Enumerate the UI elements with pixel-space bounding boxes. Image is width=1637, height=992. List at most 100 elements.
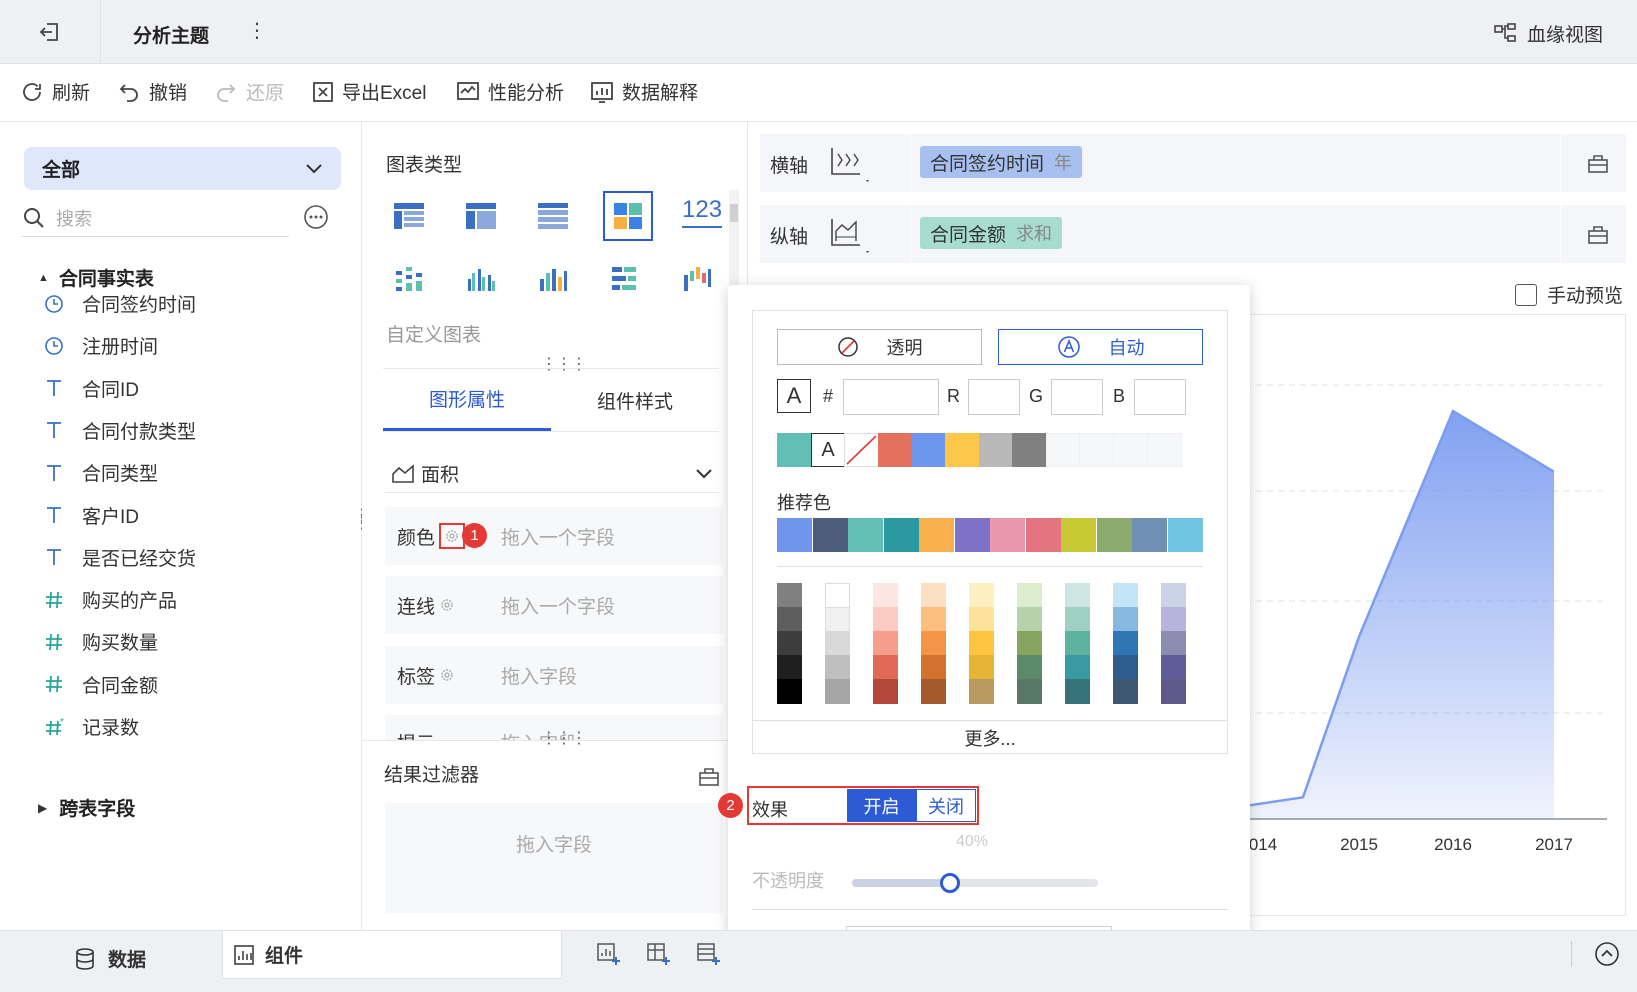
field-item[interactable]: 合同付款类型 (44, 417, 196, 444)
palette-color-swatch[interactable] (825, 607, 850, 632)
scope-select[interactable]: 全部 (24, 147, 341, 190)
effect-on-button[interactable]: 开启 (847, 789, 916, 822)
effect-off-button[interactable]: 关闭 (916, 789, 976, 822)
palette-color-swatch[interactable] (921, 607, 946, 632)
palette-color-swatch[interactable] (1113, 607, 1138, 632)
add-table-component-icon[interactable] (696, 941, 722, 967)
bar-chart-icon[interactable] (529, 255, 577, 303)
field-item[interactable]: 购买数量 (44, 628, 158, 655)
y-axis-settings-icon[interactable] (1587, 223, 1609, 245)
hex-input[interactable] (843, 379, 939, 415)
palette-color-swatch[interactable] (969, 607, 994, 632)
lineage-view-button[interactable]: 血缘视图 (1493, 20, 1603, 47)
palette-color-swatch[interactable] (825, 655, 850, 680)
palette-color-swatch[interactable] (873, 655, 898, 680)
recommended-color-swatch[interactable] (1167, 518, 1203, 552)
r-input[interactable] (968, 379, 1020, 415)
cross-table-group[interactable]: ▶ 跨表字段 (38, 794, 135, 821)
b-input[interactable] (1134, 379, 1186, 415)
palette-color-swatch[interactable] (1017, 583, 1042, 608)
recommended-color-swatch[interactable] (1132, 518, 1167, 552)
recommended-color-swatch[interactable] (1025, 518, 1061, 552)
recent-color-swatch[interactable] (911, 433, 947, 467)
crosstab-chart-icon[interactable] (457, 192, 505, 240)
waterfall-chart-icon[interactable] (673, 255, 721, 303)
palette-color-swatch[interactable] (873, 607, 898, 632)
recent-color-swatch[interactable] (945, 433, 980, 467)
recommended-color-swatch[interactable] (883, 518, 919, 552)
palette-color-swatch[interactable] (1065, 679, 1090, 704)
palette-color-swatch[interactable] (825, 583, 850, 608)
field-item[interactable]: 合同金额 (44, 671, 158, 698)
palette-color-swatch[interactable] (777, 583, 802, 608)
chart-type-scrollbar[interactable] (729, 190, 739, 286)
more-colors-button[interactable]: 更多... (753, 721, 1227, 755)
empty-color-swatch[interactable] (1079, 433, 1115, 467)
data-tab[interactable]: 数据 (74, 945, 146, 972)
add-crosstab-component-icon[interactable] (646, 941, 672, 967)
opacity-slider-track[interactable] (852, 873, 1098, 893)
back-icon[interactable] (38, 20, 62, 44)
palette-color-swatch[interactable] (1065, 583, 1090, 608)
recommended-color-swatch[interactable] (777, 518, 812, 552)
palette-color-swatch[interactable] (1017, 607, 1042, 632)
result-filter-dropzone[interactable]: 拖入字段 (385, 803, 723, 913)
multi-series-bar-icon[interactable] (457, 255, 505, 303)
export-excel-button[interactable]: 导出Excel (312, 78, 426, 105)
palette-color-swatch[interactable] (777, 679, 802, 704)
recent-color-swatch[interactable] (978, 433, 1014, 467)
label-property-row[interactable]: 标签 拖入字段 (385, 646, 723, 704)
y-field-pill[interactable]: 合同金额 求和 (920, 217, 1063, 249)
auto-color-button[interactable]: 自动 (998, 329, 1203, 365)
manual-preview-toggle[interactable]: 手动预览 (1515, 281, 1623, 308)
palette-color-swatch[interactable] (1161, 583, 1186, 608)
recommended-color-swatch[interactable] (954, 518, 990, 552)
more-options-icon[interactable] (303, 204, 329, 230)
horizontal-bar-icon[interactable] (601, 255, 649, 303)
empty-color-swatch[interactable] (1146, 433, 1182, 467)
palette-color-swatch[interactable] (873, 679, 898, 704)
redo-button[interactable]: 还原 (214, 78, 284, 105)
refresh-button[interactable]: 刷新 (20, 78, 90, 105)
palette-color-swatch[interactable] (1017, 679, 1042, 704)
palette-color-swatch[interactable] (1017, 631, 1042, 656)
no-color-swatch[interactable] (844, 433, 880, 467)
palette-color-swatch[interactable] (921, 655, 946, 680)
palette-color-swatch[interactable] (1161, 607, 1186, 632)
transparent-button[interactable]: 透明 (777, 329, 982, 365)
shape-select[interactable]: 面积 (385, 455, 719, 493)
x-axis-settings-icon[interactable] (1587, 152, 1609, 174)
recommended-color-swatch[interactable] (812, 518, 848, 552)
empty-color-swatch[interactable] (1113, 433, 1148, 467)
field-item[interactable]: 是否已经交货 (44, 544, 196, 571)
recent-color-swatch[interactable] (877, 433, 913, 467)
drag-dots-icon[interactable]: ⋮⋮⋮ (541, 728, 587, 748)
gear-icon[interactable] (439, 667, 455, 683)
recent-color-swatch[interactable] (777, 433, 812, 467)
field-item[interactable]: 注册时间 (44, 332, 158, 359)
g-input[interactable] (1051, 379, 1103, 415)
data-explain-button[interactable]: 数据解释 (590, 78, 698, 105)
palette-color-swatch[interactable] (1161, 631, 1186, 656)
palette-color-swatch[interactable] (969, 655, 994, 680)
recommended-color-swatch[interactable] (848, 518, 883, 552)
palette-color-swatch[interactable] (825, 679, 850, 704)
palette-color-swatch[interactable] (921, 631, 946, 656)
opacity-slider-thumb[interactable] (940, 873, 961, 893)
gear-icon[interactable] (439, 597, 455, 613)
palette-color-swatch[interactable] (777, 655, 802, 680)
recent-color-swatch[interactable] (1012, 433, 1048, 467)
recommended-color-swatch[interactable] (1096, 518, 1132, 552)
palette-color-swatch[interactable] (969, 631, 994, 656)
palette-color-swatch[interactable] (873, 583, 898, 608)
field-item[interactable]: 购买的产品 (44, 586, 177, 613)
field-item[interactable]: 合同类型 (44, 459, 158, 486)
x-field-pill[interactable]: 合同签约时间 年 (920, 146, 1083, 178)
color-property-row[interactable]: 颜色 拖入一个字段 (385, 507, 723, 565)
recommended-color-swatch[interactable] (919, 518, 954, 552)
detail-table-icon[interactable] (529, 192, 577, 240)
table-group-header[interactable]: ▲ 合同事实表 (38, 264, 154, 291)
manual-preview-checkbox[interactable] (1515, 283, 1537, 306)
palette-color-swatch[interactable] (1113, 631, 1138, 656)
field-item[interactable]: 合同ID (44, 375, 139, 402)
